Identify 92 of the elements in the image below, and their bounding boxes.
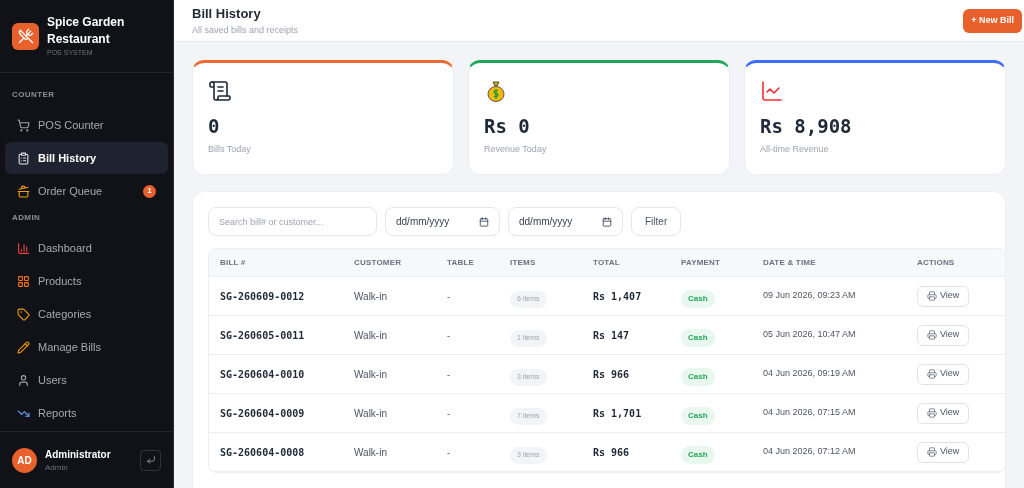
bill-number: SG-260604-0008 (209, 433, 343, 472)
nav-item[interactable]: Bill History (5, 142, 168, 174)
line-chart-icon (760, 79, 784, 103)
table-cell: - (436, 277, 499, 316)
bill-number: SG-260605-0011 (209, 316, 343, 355)
page-subtitle: All saved bills and receipts (192, 23, 299, 37)
stat-value: Rs 8,908 (760, 115, 853, 139)
stat-value: Rs 0 (484, 115, 531, 139)
view-button[interactable]: View (917, 441, 970, 463)
nav-item[interactable]: Manage Bills (5, 331, 168, 363)
view-button[interactable]: View (917, 402, 970, 424)
printer-icon (927, 447, 937, 457)
tag-icon (17, 307, 30, 321)
count-badge: 1 (143, 184, 156, 198)
bill-number: SG-260604-0010 (209, 355, 343, 394)
table-cell: - (436, 433, 499, 472)
calendar-icon (479, 216, 489, 227)
date-field[interactable]: dd/mm/yyyy (385, 207, 500, 236)
user-role: Admin (45, 461, 69, 474)
view-button[interactable]: View (917, 324, 970, 346)
bar-chart-icon (17, 241, 30, 255)
scroll-icon (208, 79, 232, 103)
logout-button[interactable] (140, 449, 161, 471)
stat-label: Revenue Today (484, 142, 548, 156)
payment-pill: Cash (681, 446, 715, 464)
stat-value: 0 (208, 115, 221, 139)
user-name: Administrator (45, 447, 112, 462)
column-header: ITEMS (499, 249, 582, 277)
section-heading: ADMIN (11, 212, 42, 224)
section-heading: COUNTER (11, 89, 56, 101)
money-bag-icon (484, 79, 508, 103)
customer-cell: Walk-in (343, 277, 436, 316)
view-button[interactable]: View (917, 285, 970, 307)
payment-pill: Cash (681, 290, 715, 308)
user-icon (17, 373, 30, 387)
brand-name: Spice Garden Restaurant (47, 13, 126, 48)
pencil-icon (17, 340, 30, 354)
nav-item[interactable]: Products (5, 265, 168, 297)
customer-cell: Walk-in (343, 355, 436, 394)
calendar-icon (602, 216, 612, 227)
pan-icon (17, 184, 30, 198)
user-avatar: AD (12, 447, 37, 473)
column-header: BILL # (209, 249, 343, 277)
datetime-cell: 05 Jun 2026, 10:47 AM (752, 316, 906, 355)
clipboard-icon (17, 151, 30, 165)
column-header: ACTIONS (906, 249, 1005, 277)
payment-pill: Cash (681, 407, 715, 425)
grid-icon (17, 274, 30, 288)
nav-item[interactable]: Reports (5, 397, 168, 429)
table-cell: - (436, 355, 499, 394)
return-icon (145, 455, 156, 465)
total-cell: Rs 1,701 (582, 394, 670, 433)
nav-item[interactable]: POS Counter (5, 109, 168, 141)
search-field[interactable]: Search bill# or customer... (208, 207, 377, 236)
filter-button[interactable]: Filter (631, 207, 682, 236)
column-header: TABLE (436, 249, 499, 277)
column-header: CUSTOMER (343, 249, 436, 277)
payment-pill: Cash (681, 368, 715, 386)
table-cell: - (436, 316, 499, 355)
bill-number: SG-260609-0012 (209, 277, 343, 316)
datetime-cell: 04 Jun 2026, 07:15 AM (752, 394, 906, 433)
datetime-cell: 04 Jun 2026, 07:12 AM (752, 433, 906, 472)
customer-cell: Walk-in (343, 433, 436, 472)
total-cell: Rs 966 (582, 355, 670, 394)
total-cell: Rs 1,407 (582, 277, 670, 316)
column-header: PAYMENT (670, 249, 752, 277)
stat-label: All-time Revenue (760, 142, 830, 156)
printer-icon (927, 408, 937, 418)
datetime-cell: 04 Jun 2026, 09:19 AM (752, 355, 906, 394)
customer-cell: Walk-in (343, 394, 436, 433)
date-field[interactable]: dd/mm/yyyy (508, 207, 623, 236)
payment-pill: Cash (681, 329, 715, 347)
printer-icon (927, 369, 937, 379)
total-cell: Rs 147 (582, 316, 670, 355)
logo-icon (12, 22, 39, 50)
view-button[interactable]: View (917, 363, 970, 385)
nav-item[interactable]: Users (5, 364, 168, 396)
datetime-cell: 09 Jun 2026, 09:23 AM (752, 277, 906, 316)
column-header: DATE & TIME (752, 249, 906, 277)
customer-cell: Walk-in (343, 316, 436, 355)
total-cell: Rs 966 (582, 433, 670, 472)
column-header: TOTAL (582, 249, 670, 277)
printer-icon (927, 291, 937, 301)
printer-icon (927, 330, 937, 340)
nav-item[interactable]: Dashboard (5, 232, 168, 264)
bill-number: SG-260604-0009 (209, 394, 343, 433)
page-title: Bill History (192, 5, 262, 23)
nav-item[interactable]: Order Queue 1 (5, 175, 168, 207)
table-cell: - (436, 394, 499, 433)
stat-label: Bills Today (208, 142, 252, 156)
nav-item[interactable]: Categories (5, 298, 168, 330)
cart-icon (17, 118, 30, 132)
